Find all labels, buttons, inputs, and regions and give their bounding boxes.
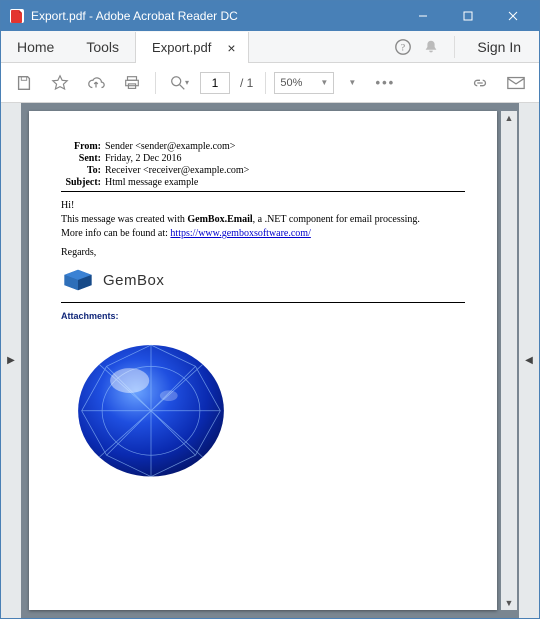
page-area: From: Sender <sender@example.com> Sent: …	[21, 103, 519, 618]
left-panel-toggle[interactable]: ▶	[1, 103, 21, 618]
vertical-scrollbar[interactable]: ▲ ▼	[501, 111, 517, 610]
divider	[454, 36, 455, 58]
window-title: Export.pdf - Adobe Acrobat Reader DC	[31, 9, 400, 23]
scroll-up-icon[interactable]: ▲	[505, 113, 514, 123]
nav-tools[interactable]: Tools	[70, 31, 135, 62]
email-body-line-2: More info can be found at: https://www.g…	[61, 228, 465, 239]
save-icon[interactable]	[9, 68, 39, 98]
pdf-page: From: Sender <sender@example.com> Sent: …	[29, 111, 497, 610]
top-nav: Home Tools Export.pdf × ? Sign In	[1, 31, 539, 63]
star-icon[interactable]	[45, 68, 75, 98]
toolbar: ▾ / 1 50%▼ ▼ •••	[1, 63, 539, 103]
more-icon[interactable]: •••	[370, 68, 400, 98]
email-regards: Regards,	[61, 247, 465, 258]
company-logo: GemBox	[61, 266, 465, 294]
gembox-logo-icon	[61, 266, 95, 294]
document-tab-label: Export.pdf	[152, 40, 211, 55]
company-logo-text: GemBox	[103, 272, 164, 289]
divider	[155, 72, 156, 94]
value-subject: Html message example	[105, 177, 465, 188]
divider	[61, 302, 465, 303]
bell-icon[interactable]	[420, 36, 442, 58]
label-subject: Subject:	[61, 177, 105, 188]
nav-home[interactable]: Home	[1, 31, 70, 62]
app-icon	[9, 8, 25, 24]
zoom-select[interactable]: 50%▼	[274, 72, 334, 94]
zoom-icon[interactable]: ▾	[164, 68, 194, 98]
email-greeting: Hi!	[61, 200, 465, 211]
right-panel-toggle[interactable]: ◀	[519, 103, 539, 618]
close-tab-icon[interactable]: ×	[227, 40, 235, 56]
sign-in-button[interactable]: Sign In	[467, 39, 531, 55]
cloud-upload-icon[interactable]	[81, 68, 111, 98]
value-to: Receiver <receiver@example.com>	[105, 165, 465, 176]
attachment-image	[61, 325, 465, 492]
help-icon[interactable]: ?	[392, 36, 414, 58]
divider	[61, 191, 465, 192]
zoom-dropdown-icon[interactable]: ▼	[340, 68, 364, 98]
minimize-button[interactable]	[400, 1, 445, 31]
scroll-down-icon[interactable]: ▼	[505, 598, 514, 608]
share-link-icon[interactable]	[465, 68, 495, 98]
document-viewport: ▶ From: Sender <sender@example.com> Sent…	[1, 103, 539, 618]
label-sent: Sent:	[61, 153, 105, 164]
page-number-input[interactable]	[200, 72, 230, 94]
window-titlebar: Export.pdf - Adobe Acrobat Reader DC	[1, 1, 539, 31]
close-button[interactable]	[490, 1, 535, 31]
print-icon[interactable]	[117, 68, 147, 98]
chevron-right-icon: ▶	[7, 355, 15, 366]
svg-text:?: ?	[401, 42, 405, 53]
email-icon[interactable]	[501, 68, 531, 98]
email-body-line-1: This message was created with GemBox.Ema…	[61, 214, 465, 225]
page-total: / 1	[236, 76, 257, 90]
maximize-button[interactable]	[445, 1, 490, 31]
attachments-label: Attachments:	[61, 311, 465, 325]
divider	[265, 72, 266, 94]
chevron-left-icon: ◀	[525, 355, 533, 366]
company-link[interactable]: https://www.gemboxsoftware.com/	[170, 228, 310, 239]
value-from: Sender <sender@example.com>	[105, 141, 465, 152]
document-tab[interactable]: Export.pdf ×	[135, 32, 248, 63]
value-sent: Friday, 2 Dec 2016	[105, 153, 465, 164]
label-from: From:	[61, 141, 105, 152]
label-to: To:	[61, 165, 105, 176]
